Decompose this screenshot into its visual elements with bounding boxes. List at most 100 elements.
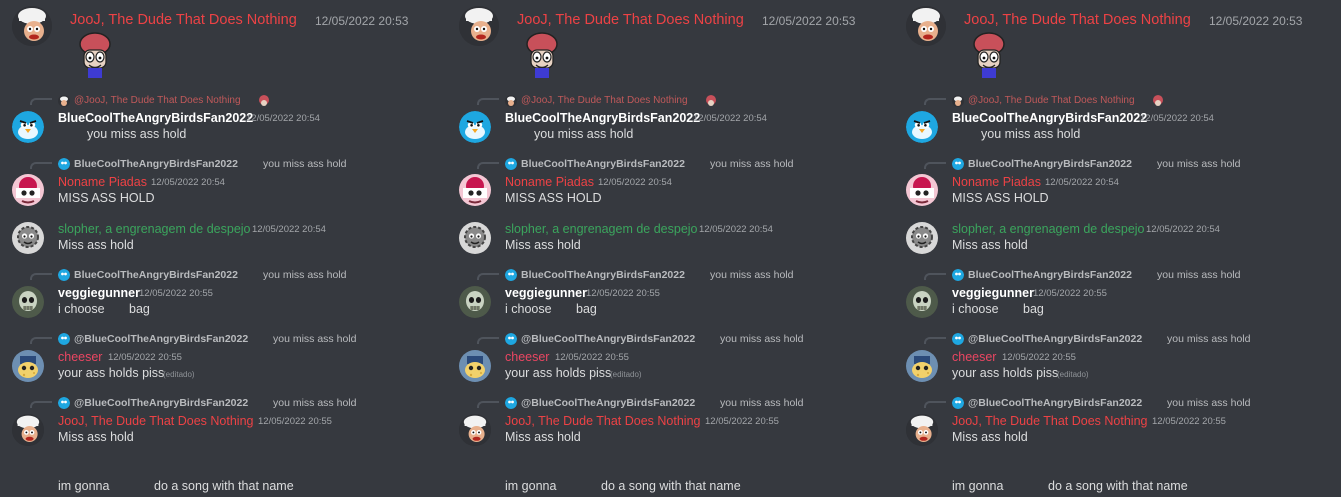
message-author[interactable]: JooJ, The Dude That Does Nothing [517, 12, 744, 28]
avatar-cheeser[interactable] [459, 350, 491, 382]
reply-author[interactable]: @JooJ, The Dude That Does Nothing [968, 95, 1135, 106]
message-text: i choose [952, 302, 999, 316]
avatar-jooj-small[interactable] [906, 414, 938, 446]
reply-spine [924, 162, 946, 169]
message-author[interactable]: slopher, a engrenagem de despejo [58, 222, 251, 236]
message-author[interactable]: JooJ, The Dude That Does Nothing [505, 414, 701, 428]
message-author[interactable]: cheeser [952, 350, 996, 364]
avatar-noname[interactable] [12, 174, 44, 206]
reply-avatar-icon [952, 158, 964, 170]
message-text: your ass holds piss [952, 366, 1059, 380]
message-timestamp: 12/05/2022 20:55 [586, 288, 660, 299]
mushroom-guy-emoji-icon [969, 30, 1009, 80]
reply-author[interactable]: BlueCoolTheAngryBirdsFan2022 [968, 269, 1132, 281]
message-author[interactable]: JooJ, The Dude That Does Nothing [70, 12, 297, 28]
avatar-bluecool[interactable] [12, 111, 44, 143]
noname-avatar-icon [459, 174, 491, 206]
message-text: i choose [505, 302, 552, 316]
avatar-jooj-icon [459, 414, 491, 446]
reply-avatar-icon [58, 95, 70, 107]
avatar-jooj[interactable] [906, 6, 946, 46]
avatar-veggiegunner[interactable] [906, 286, 938, 318]
message-text: Miss ass hold [952, 430, 1028, 444]
reply-author[interactable]: BlueCoolTheAngryBirdsFan2022 [521, 269, 685, 281]
message-text: you miss ass hold [87, 127, 187, 141]
message-text: bag [1023, 302, 1044, 316]
avatar-slopher[interactable] [459, 222, 491, 254]
message-author[interactable]: slopher, a engrenagem de despejo [952, 222, 1145, 236]
message-author[interactable]: BlueCoolTheAngryBirdsFan2022 [58, 111, 253, 125]
reply-author[interactable]: @BlueCoolTheAngryBirdsFan2022 [74, 397, 248, 409]
message-author[interactable]: slopher, a engrenagem de despejo [505, 222, 698, 236]
message-timestamp: 12/05/2022 20:55 [108, 352, 182, 363]
message-author[interactable]: Noname Piadas [952, 175, 1041, 189]
message-text: im gonna [505, 479, 557, 493]
message-author[interactable]: Noname Piadas [505, 175, 594, 189]
mushroom-guy-emoji-icon [75, 30, 115, 80]
reply-text: you miss ass hold [720, 397, 804, 409]
message-author[interactable]: veggiegunner [952, 286, 1034, 300]
message-author[interactable]: JooJ, The Dude That Does Nothing [952, 414, 1148, 428]
message-author[interactable]: veggiegunner [58, 286, 140, 300]
message-author[interactable]: Noname Piadas [58, 175, 147, 189]
message-author[interactable]: BlueCoolTheAngryBirdsFan2022 [505, 111, 700, 125]
gear-character-avatar-icon [459, 222, 491, 254]
avatar-jooj[interactable] [12, 6, 52, 46]
edited-label: (editado) [610, 370, 642, 379]
message-timestamp: 12/05/2022 20:54 [693, 113, 767, 124]
message-text: im gonna [952, 479, 1004, 493]
message-timestamp: 12/05/2022 20:54 [246, 113, 320, 124]
reply-avatar-icon [505, 397, 517, 409]
reply-author[interactable]: @JooJ, The Dude That Does Nothing [521, 95, 688, 106]
reply-spine [477, 401, 499, 408]
message-author[interactable]: JooJ, The Dude That Does Nothing [964, 12, 1191, 28]
message-timestamp: 12/05/2022 20:55 [258, 416, 332, 427]
message-timestamp: 12/05/2022 20:54 [151, 177, 225, 188]
message-timestamp: 12/05/2022 20:55 [555, 352, 629, 363]
avatar-slopher[interactable] [12, 222, 44, 254]
message-text: Miss ass hold [505, 238, 581, 252]
reply-author[interactable]: @BlueCoolTheAngryBirdsFan2022 [74, 333, 248, 345]
reply-author[interactable]: @BlueCoolTheAngryBirdsFan2022 [521, 397, 695, 409]
message-author[interactable]: veggiegunner [505, 286, 587, 300]
avatar-noname[interactable] [459, 174, 491, 206]
reply-author[interactable]: @BlueCoolTheAngryBirdsFan2022 [968, 397, 1142, 409]
avatar-jooj[interactable] [459, 6, 499, 46]
avatar-noname[interactable] [906, 174, 938, 206]
message-author[interactable]: BlueCoolTheAngryBirdsFan2022 [952, 111, 1147, 125]
message-timestamp: 12/05/2022 20:55 [1033, 288, 1107, 299]
message-author[interactable]: cheeser [58, 350, 102, 364]
avatar-veggiegunner[interactable] [12, 286, 44, 318]
avatar-bluecool[interactable] [459, 111, 491, 143]
reply-spine [477, 98, 499, 105]
reply-author[interactable]: @BlueCoolTheAngryBirdsFan2022 [968, 333, 1142, 345]
avatar-veggiegunner[interactable] [459, 286, 491, 318]
reply-spine [30, 273, 52, 280]
cheese-avatar-icon [12, 350, 44, 382]
message-author[interactable]: JooJ, The Dude That Does Nothing [58, 414, 254, 428]
message-author[interactable]: cheeser [505, 350, 549, 364]
reply-author[interactable]: BlueCoolTheAngryBirdsFan2022 [74, 269, 238, 281]
reply-spine [924, 401, 946, 408]
reply-avatar-icon [952, 333, 964, 345]
avatar-slopher[interactable] [906, 222, 938, 254]
reply-author[interactable]: @BlueCoolTheAngryBirdsFan2022 [521, 333, 695, 345]
avatar-cheeser[interactable] [12, 350, 44, 382]
reply-avatar-icon [505, 333, 517, 345]
reply-author[interactable]: BlueCoolTheAngryBirdsFan2022 [521, 158, 685, 170]
reply-author[interactable]: BlueCoolTheAngryBirdsFan2022 [74, 158, 238, 170]
message-text: MISS ASS HOLD [952, 191, 1049, 205]
reply-author[interactable]: BlueCoolTheAngryBirdsFan2022 [968, 158, 1132, 170]
avatar-jooj-icon [906, 6, 946, 46]
reply-spine [477, 273, 499, 280]
skull-avatar-icon [906, 286, 938, 318]
message-text: your ass holds piss [58, 366, 165, 380]
message-text: Miss ass hold [58, 430, 134, 444]
reply-author[interactable]: @JooJ, The Dude That Does Nothing [74, 95, 241, 106]
avatar-jooj-small[interactable] [12, 414, 44, 446]
avatar-jooj-small[interactable] [459, 414, 491, 446]
avatar-bluecool[interactable] [906, 111, 938, 143]
message-text: Miss ass hold [58, 238, 134, 252]
avatar-cheeser[interactable] [906, 350, 938, 382]
edited-label: (editado) [1057, 370, 1089, 379]
